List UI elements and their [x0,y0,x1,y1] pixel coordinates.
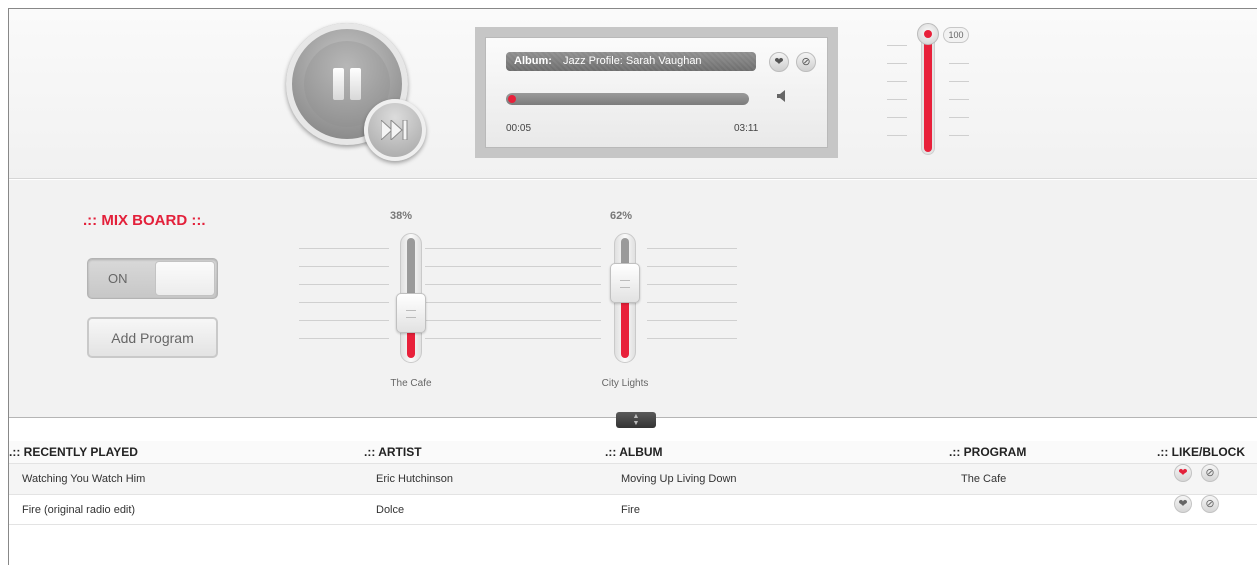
block-button[interactable]: ⊘ [1201,464,1219,482]
add-program-button[interactable]: Add Program [87,317,218,358]
artist-name: Dolce [376,504,405,516]
mix-board: .:: MIX BOARD ::. ON Add Program 38% The… [9,180,1257,418]
volume-value: 100 [943,27,969,43]
like-button[interactable]: ❤ [1174,464,1192,482]
recently-played-table: .:: RECENTLY PLAYED .:: ARTIST .:: ALBUM… [9,441,1257,525]
album-name: Jazz Profile: Sarah Vaughan [562,55,702,67]
header-program: .:: PROGRAM [949,445,1027,459]
heart-icon: ❤ [774,56,784,68]
toggle-thumb[interactable] [155,261,215,296]
block-button[interactable]: ⊘ [1201,495,1219,513]
album-display: Album: Jazz Profile: Sarah Vaughan [506,52,756,71]
volume-handle[interactable] [917,23,939,45]
time-total: 03:11 [734,123,759,134]
speaker-icon [777,90,785,102]
block-icon: ⊘ [1205,498,1215,510]
progress-bar[interactable] [506,93,749,105]
track-name: Fire (original radio edit) [22,504,136,516]
collapse-toggle[interactable]: ▲ ▼ [616,412,656,428]
skip-forward-icon [381,120,408,140]
block-button[interactable]: ⊘ [796,52,816,72]
fader-handle[interactable] [396,293,426,333]
toggle-label: ON [108,271,128,286]
volume-fill [924,36,932,152]
mix-toggle[interactable]: ON [87,258,218,299]
header-like-block: .:: LIKE/BLOCK [1157,445,1245,459]
fader-name: The Cafe [390,378,432,389]
table-row: Watching You Watch Him Eric Hutchinson M… [9,463,1257,494]
header-recently-played: .:: RECENTLY PLAYED [9,445,138,459]
block-icon: ⊘ [1205,467,1215,479]
now-playing-panel: Album: Jazz Profile: Sarah Vaughan ❤ ⊘ 0… [475,27,838,158]
player-bar: Album: Jazz Profile: Sarah Vaughan ❤ ⊘ 0… [9,9,1257,179]
heart-icon: ❤ [1178,498,1188,510]
fader-percent: 62% [609,210,633,222]
track-name: Watching You Watch Him [22,473,146,485]
like-button[interactable]: ❤ [769,52,789,72]
block-icon: ⊘ [801,56,811,68]
progress-handle[interactable] [508,95,516,103]
artist-name: Eric Hutchinson [376,473,454,485]
chevron-up-icon: ▲ [632,413,640,420]
chevron-down-icon: ▼ [632,420,640,427]
album-name: Moving Up Living Down [621,473,737,485]
heart-icon: ❤ [1178,467,1188,479]
volume-track[interactable] [921,29,935,155]
album-name: Fire [621,504,640,516]
fader-handle[interactable] [610,263,640,303]
fader-name: City Lights [601,378,649,389]
mix-board-title: .:: MIX BOARD ::. [83,212,206,229]
album-label: Album: [514,55,552,67]
header-artist: .:: ARTIST [364,445,422,459]
time-elapsed: 00:05 [506,123,532,134]
table-row: Fire (original radio edit) Dolce Fire ❤ … [9,494,1257,525]
header-album: .:: ALBUM [605,445,663,459]
table-header: .:: RECENTLY PLAYED .:: ARTIST .:: ALBUM… [9,441,1257,463]
fader-percent: 38% [389,210,413,222]
like-button[interactable]: ❤ [1174,495,1192,513]
volume-slider[interactable]: 100 [879,23,979,163]
skip-button[interactable] [364,99,426,161]
mute-button[interactable] [773,89,793,109]
program-name: The Cafe [961,473,1007,485]
app-frame: Album: Jazz Profile: Sarah Vaughan ❤ ⊘ 0… [8,8,1257,565]
